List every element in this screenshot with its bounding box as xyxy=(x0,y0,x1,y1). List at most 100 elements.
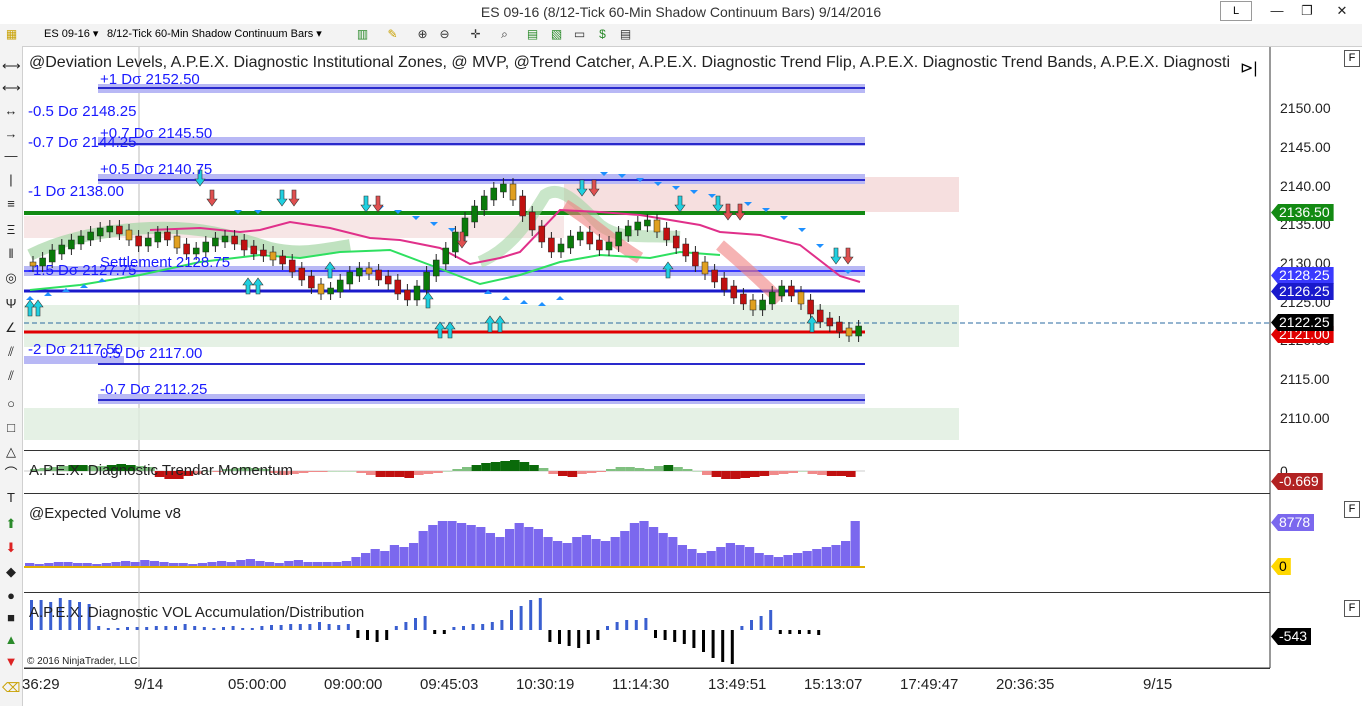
momentum-bar xyxy=(769,471,779,475)
vol-acc-bar xyxy=(154,626,158,630)
candle-body xyxy=(365,267,373,275)
chart-canvas[interactable] xyxy=(0,0,1362,706)
vol-acc-bar xyxy=(97,626,101,630)
candle-body xyxy=(135,235,142,247)
volume-bar xyxy=(447,521,457,567)
vol-acc-bar xyxy=(510,610,513,630)
candle-body xyxy=(749,299,757,311)
momentum-bar xyxy=(596,471,606,472)
volume-bar xyxy=(293,560,303,567)
momentum-bar xyxy=(740,471,750,478)
momentum-bar xyxy=(519,462,530,471)
candle-body xyxy=(682,243,690,257)
vol-acc-bar xyxy=(174,626,177,630)
volume-bar xyxy=(629,523,639,567)
vol-accumulation-tag: -543 xyxy=(1271,628,1312,645)
volume-bar xyxy=(418,531,428,567)
volume-bar xyxy=(677,545,687,567)
volume-bar xyxy=(236,560,246,567)
candle-body xyxy=(442,247,450,265)
volume-bar xyxy=(687,549,697,567)
x-tick: 9/14 xyxy=(134,676,164,693)
x-tick: 13:49:51 xyxy=(708,676,767,693)
panel-button[interactable]: F xyxy=(1344,501,1360,518)
volume-bar xyxy=(581,535,591,567)
momentum-bar xyxy=(798,471,808,472)
vol-acc-bar xyxy=(289,624,293,630)
panel-button[interactable]: F xyxy=(1344,50,1360,67)
panel-button[interactable]: F xyxy=(1344,600,1360,617)
sell-arrow-icon xyxy=(372,195,384,213)
volume-bar xyxy=(668,537,678,567)
volume-bar xyxy=(850,521,860,567)
deviation-label: -0.7 Dσ 2144.25 xyxy=(28,134,137,151)
momentum-bar xyxy=(404,471,414,478)
candle-body xyxy=(96,227,104,237)
volume-bar xyxy=(658,533,668,567)
vol-acc-bar xyxy=(788,630,792,634)
volume-bar xyxy=(543,537,553,567)
y-tick: 2145.00 xyxy=(1280,139,1331,155)
momentum-bar xyxy=(510,460,520,471)
volume-bar xyxy=(639,521,649,567)
vol-acc-bar xyxy=(798,630,801,634)
candle-body xyxy=(173,235,181,249)
candle-body xyxy=(87,231,94,241)
momentum-bar xyxy=(366,471,376,475)
candle-body xyxy=(644,219,651,227)
candle-body xyxy=(711,269,718,283)
momentum-bar xyxy=(548,471,558,474)
vol-acc-bar xyxy=(164,626,168,630)
candle-body xyxy=(788,285,795,297)
trend-dot xyxy=(538,302,546,306)
volume-bar xyxy=(802,551,812,567)
candle-body xyxy=(48,249,56,263)
candle-body xyxy=(68,239,75,250)
deviation-label: -0.7 Dσ 2112.25 xyxy=(100,381,208,398)
vol-acc-bar xyxy=(327,624,331,630)
candle-body xyxy=(557,243,565,253)
sell-arrow-icon xyxy=(830,247,842,265)
momentum-bar xyxy=(356,471,366,473)
vol-acc-bar xyxy=(404,622,408,630)
candle-body xyxy=(413,285,421,301)
volume-bar xyxy=(533,529,543,567)
candle-body xyxy=(816,309,824,323)
trend-dot xyxy=(556,296,564,300)
vol-acc-bar xyxy=(644,618,648,630)
vol-acc-bar xyxy=(634,620,638,630)
vol-acc-bar xyxy=(730,630,734,664)
volume-bar xyxy=(457,523,467,567)
x-tick: 20:36:35 xyxy=(996,676,1055,693)
volume-bar xyxy=(361,553,371,567)
scroll-right-icon[interactable]: ⊳| xyxy=(1240,58,1258,78)
vol-acc-bar xyxy=(298,624,302,630)
vol-acc-bar xyxy=(260,626,264,630)
vol-acc-bar xyxy=(740,626,744,630)
volume-bar xyxy=(380,551,390,567)
momentum-bar xyxy=(644,469,654,471)
candle-body xyxy=(605,241,613,251)
volume-bar xyxy=(831,545,841,567)
candle-body xyxy=(116,225,123,235)
x-tick: 36:29 xyxy=(22,676,60,693)
momentum-bar xyxy=(711,471,722,477)
candle-body xyxy=(144,237,152,247)
candle-body xyxy=(336,279,344,293)
volume-bar xyxy=(389,545,399,567)
vol-acc-bar xyxy=(471,624,475,630)
vol-acc-bar xyxy=(702,630,705,652)
vol-acc-bar xyxy=(586,630,590,644)
momentum-bar xyxy=(308,471,318,472)
candle-body xyxy=(480,195,488,211)
volume-bar xyxy=(437,521,447,567)
momentum-label: A.P.E.X. Diagnostic Trendar Momentum xyxy=(29,462,294,479)
volume-bar xyxy=(351,557,361,567)
momentum-bar xyxy=(500,461,510,471)
candle-body xyxy=(768,291,776,305)
volume-bar xyxy=(735,545,745,567)
vol-acc-bar xyxy=(385,630,389,640)
momentum-bar xyxy=(385,471,395,477)
candle-body xyxy=(77,235,85,245)
candle-body xyxy=(288,259,296,273)
